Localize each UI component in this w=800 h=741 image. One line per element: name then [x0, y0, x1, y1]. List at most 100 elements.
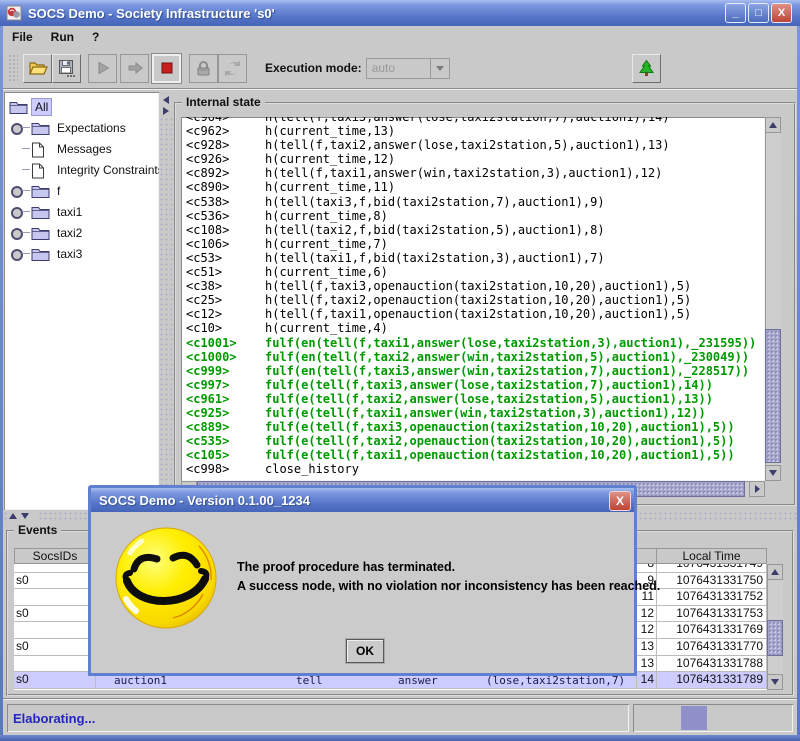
- toolbar-grip[interactable]: [8, 54, 18, 82]
- cell-local-time[interactable]: 1076431331750: [657, 573, 767, 590]
- society-tree-panel[interactable]: All Expectations: [4, 92, 159, 510]
- dialog-close-button[interactable]: X: [609, 491, 631, 511]
- folder-icon: [31, 121, 50, 136]
- cell-local-time[interactable]: 1076431331788: [657, 656, 767, 673]
- internal-vertical-scrollbar[interactable]: [765, 117, 781, 481]
- tree-expand-handle-icon[interactable]: [9, 222, 31, 243]
- play-button[interactable]: [88, 54, 117, 83]
- scroll-up-icon[interactable]: [767, 564, 783, 580]
- cell-time[interactable]: 14: [637, 672, 657, 689]
- close-button[interactable]: X: [771, 3, 792, 23]
- cell-socsid[interactable]: [14, 656, 96, 673]
- tree-expand-handle-icon[interactable]: [9, 180, 31, 201]
- tree-item-label[interactable]: Messages: [54, 141, 115, 157]
- tree-item[interactable]: f: [4, 180, 159, 201]
- cell-time[interactable]: 13: [637, 639, 657, 656]
- cell-local-time[interactable]: 1076431331749: [657, 564, 767, 573]
- events-title: Events: [14, 523, 61, 537]
- tree-item-label[interactable]: Integrity Constraints: [54, 162, 159, 178]
- scroll-right-icon[interactable]: [749, 481, 765, 497]
- tree-expand-handle-icon[interactable]: [9, 243, 31, 264]
- scroll-down-icon[interactable]: [765, 465, 781, 481]
- scroll-down-icon[interactable]: [767, 674, 783, 690]
- tree-item-label[interactable]: taxi3: [54, 246, 85, 262]
- cell-local-time[interactable]: 1076431331753: [657, 606, 767, 623]
- cell-local-time[interactable]: 1076431331770: [657, 639, 767, 656]
- splitter-collapse-left-icon[interactable]: [163, 96, 169, 104]
- execution-mode-value: auto: [367, 61, 430, 75]
- tree-expand-handle-icon[interactable]: [9, 159, 31, 180]
- column-header-time[interactable]: [637, 548, 657, 564]
- cell-local-time[interactable]: 1076431331769: [657, 622, 767, 639]
- cell-socsid[interactable]: [14, 564, 96, 573]
- ok-button[interactable]: OK: [346, 639, 384, 663]
- tree-item[interactable]: All: [4, 96, 159, 117]
- tree-item[interactable]: Expectations: [4, 117, 159, 138]
- tree-item[interactable]: Messages: [4, 138, 159, 159]
- status-message-box: Elaborating...: [7, 704, 629, 732]
- folder-icon: [31, 205, 50, 220]
- cell-socsid[interactable]: [14, 622, 96, 639]
- folder-icon: [31, 226, 50, 241]
- cell-socsid[interactable]: s0: [14, 639, 96, 656]
- state-line: <c961>fulf(e(tell(f,taxi2,answer(lose,ta…: [186, 392, 765, 406]
- minimize-button[interactable]: _: [725, 3, 746, 23]
- menu-item[interactable]: File: [3, 27, 42, 47]
- execution-mode-combo[interactable]: auto: [366, 58, 450, 79]
- column-header-socsids[interactable]: SocsIDs: [14, 548, 96, 564]
- tree-item[interactable]: taxi2: [4, 222, 159, 243]
- tree-expand-handle-icon[interactable]: [9, 117, 31, 138]
- folder-icon: [31, 247, 50, 262]
- splitter-collapse-right-icon[interactable]: [163, 107, 169, 115]
- menu-item[interactable]: ?: [83, 27, 108, 47]
- sync-button[interactable]: [218, 54, 247, 83]
- scroll-up-icon[interactable]: [765, 117, 781, 133]
- menu-bar: FileRun?: [3, 26, 797, 49]
- tree-item-label[interactable]: f: [54, 183, 63, 199]
- cell-socsid[interactable]: s0: [14, 573, 96, 590]
- result-dialog: SOCS Demo - Version 0.1.00_1234 X The pr…: [88, 485, 637, 676]
- open-button[interactable]: [23, 54, 52, 83]
- state-line: <c12>h(tell(f,taxi1,openauction(taxi2sta…: [186, 307, 765, 321]
- events-vertical-scrollbar[interactable]: [767, 564, 783, 690]
- cell-time[interactable]: 8: [637, 564, 657, 573]
- maximize-button[interactable]: □: [748, 3, 769, 23]
- cell-local-time[interactable]: 1076431331752: [657, 589, 767, 606]
- vertical-splitter[interactable]: [159, 92, 172, 510]
- tree-item-label[interactable]: Expectations: [54, 120, 129, 136]
- scrollbar-thumb[interactable]: [767, 620, 783, 656]
- state-line: <c892>h(tell(f,taxi1,answer(win,taxi2sta…: [186, 166, 765, 180]
- internal-state-title: Internal state: [182, 95, 265, 109]
- tree-item[interactable]: taxi1: [4, 201, 159, 222]
- window-border-left: [0, 26, 3, 741]
- splitter-collapse-down-icon[interactable]: [21, 513, 29, 519]
- cell-time[interactable]: 12: [637, 622, 657, 639]
- stop-button[interactable]: [152, 54, 181, 83]
- window-border-bottom: [0, 735, 800, 741]
- tree-item-label[interactable]: taxi2: [54, 225, 85, 241]
- splitter-collapse-up-icon[interactable]: [9, 513, 17, 519]
- save-button[interactable]: [52, 54, 81, 83]
- cell-socsid[interactable]: s0: [14, 672, 96, 689]
- scrollbar-thumb[interactable]: [765, 329, 781, 463]
- cell-local-time[interactable]: 1076431331789: [657, 672, 767, 689]
- step-button[interactable]: [120, 54, 149, 83]
- tree-item[interactable]: Integrity Constraints: [4, 159, 159, 180]
- cell-time[interactable]: 12: [637, 606, 657, 623]
- society-tree-button[interactable]: [632, 54, 661, 83]
- cell-time[interactable]: 13: [637, 656, 657, 673]
- tree-item-label[interactable]: All: [32, 99, 51, 115]
- tree-item[interactable]: taxi3: [4, 243, 159, 264]
- tree-item-label[interactable]: taxi1: [54, 204, 85, 220]
- cell-socsid[interactable]: [14, 589, 96, 606]
- tree-expand-handle-icon[interactable]: [9, 138, 31, 159]
- internal-state-textarea[interactable]: <c964>h(tell(f,taxi3,answer(lose,taxi2st…: [181, 117, 765, 481]
- lock-button[interactable]: [189, 54, 218, 83]
- column-header-local-time[interactable]: Local Time: [657, 548, 767, 564]
- tree-expand-handle-icon[interactable]: [9, 201, 31, 222]
- lock-icon: [194, 59, 213, 78]
- menu-item[interactable]: Run: [42, 27, 83, 47]
- state-line: <c964>h(tell(f,taxi3,answer(lose,taxi2st…: [186, 117, 765, 124]
- cell-socsid[interactable]: s0: [14, 606, 96, 623]
- step-arrow-icon: [126, 59, 144, 77]
